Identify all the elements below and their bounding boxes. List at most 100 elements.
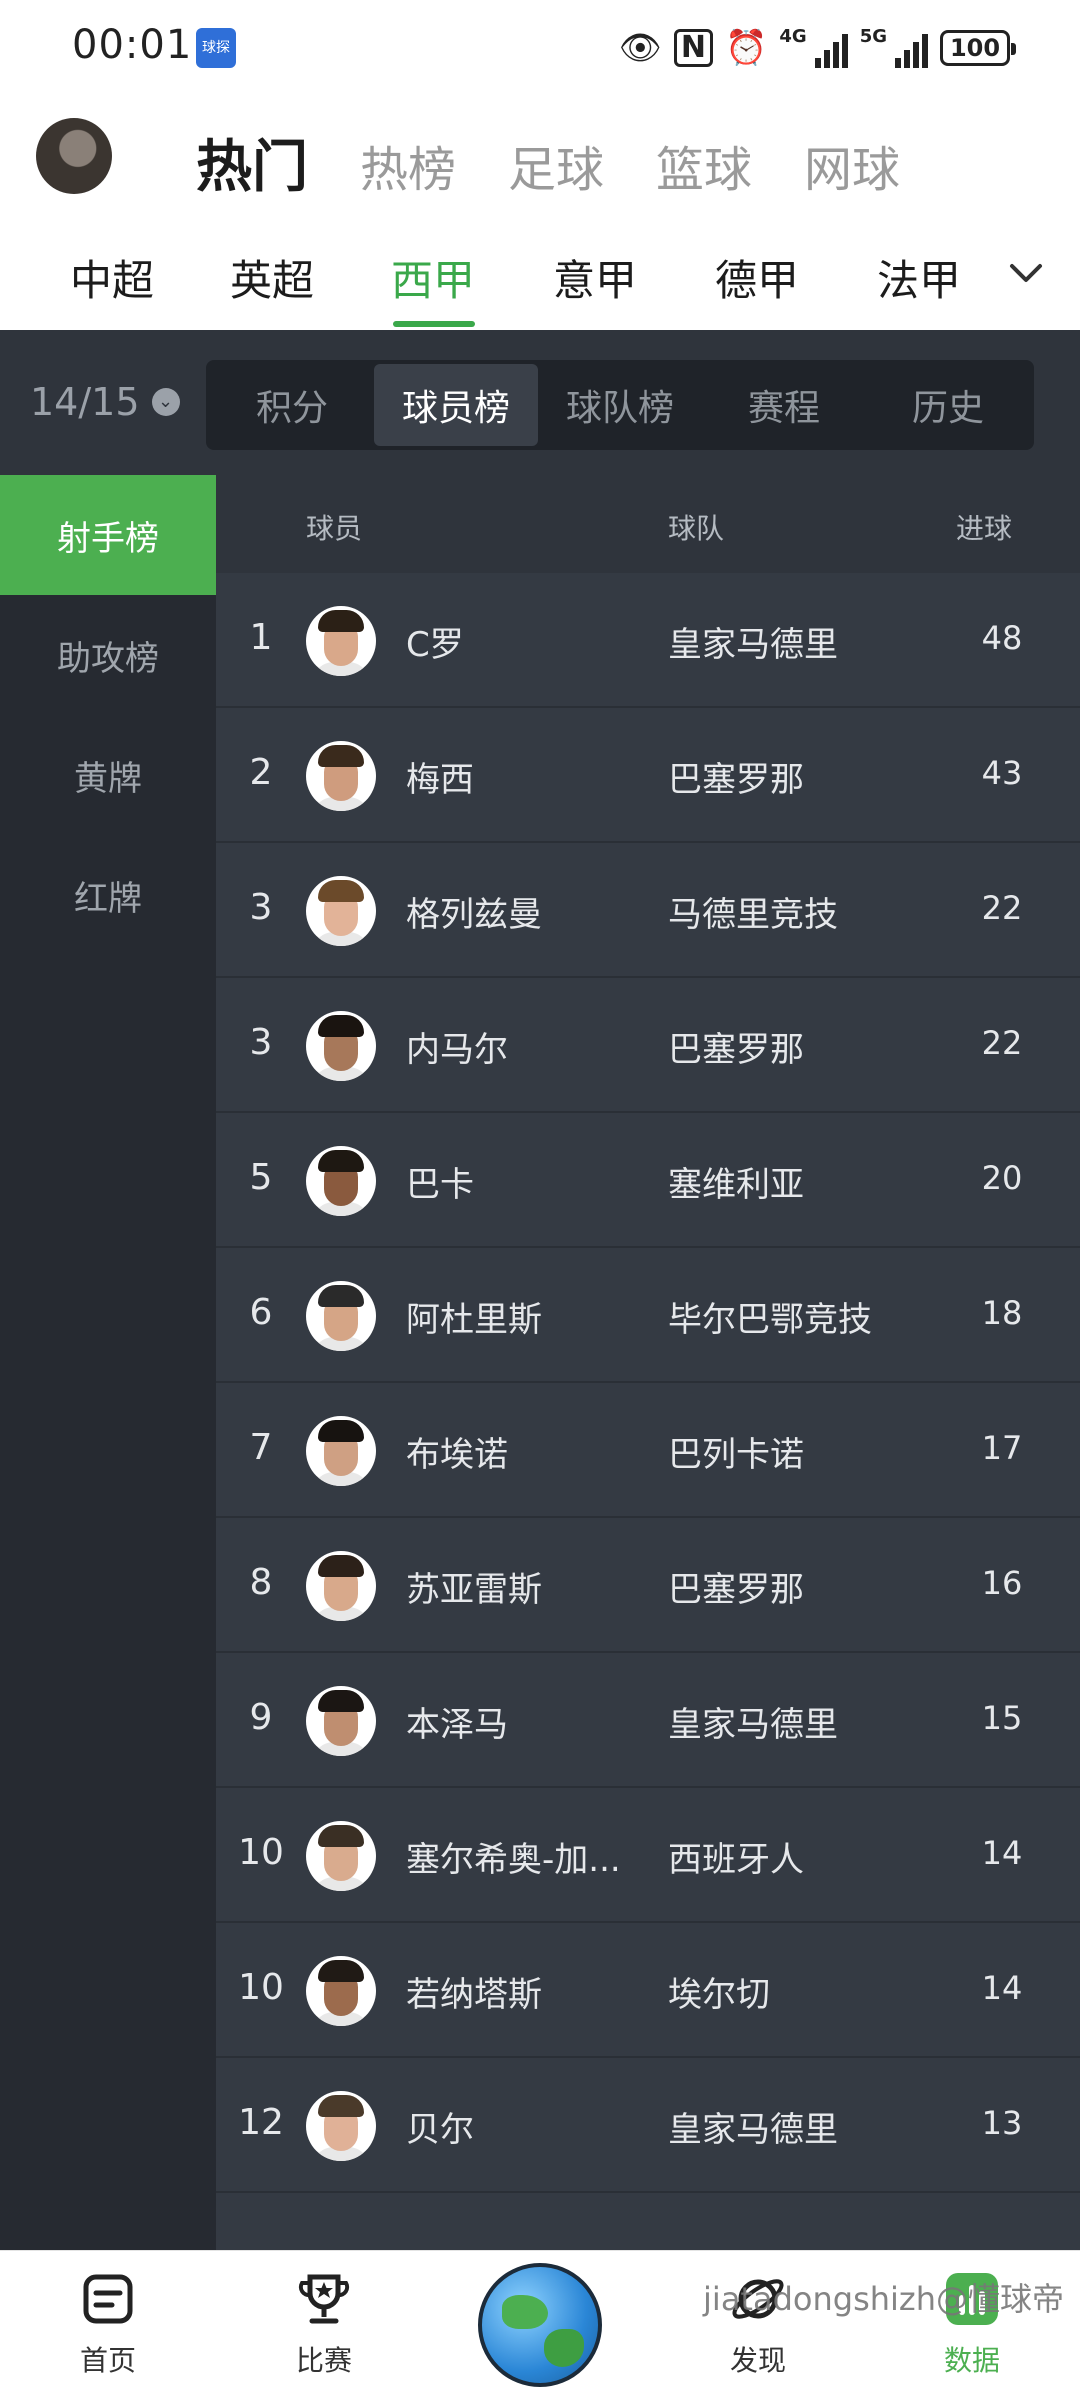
nav-matches-label: 比赛 [295,2344,352,2377]
table-body: 1 C罗 皇家马德里 48 2 梅西 巴塞罗那 43 3 格列兹曼 马德里竞技 22 3 内马尔 巴塞罗那 2… [216,573,1080,2193]
tab-standings[interactable]: 积分 [210,364,374,446]
table-row[interactable]: 12 贝尔 皇家马德里 13 [216,2058,1080,2193]
table-row[interactable]: 6 阿杜里斯 毕尔巴鄂竞技 18 [216,1248,1080,1383]
user-avatar[interactable] [36,118,112,194]
player-name[interactable]: 贝尔 [406,2102,626,2151]
player-name[interactable]: 内马尔 [406,1022,626,1071]
sidebar-item-yellow-cards[interactable]: 黄牌 [0,715,216,835]
player-goals: 20 [981,1159,1023,1197]
player-team[interactable]: 巴塞罗那 [668,1022,804,1071]
league-tab-bar: 中超 英超 西甲 意甲 德甲 法甲 [0,235,1080,330]
table-row[interactable]: 2 梅西 巴塞罗那 43 [216,708,1080,843]
player-rank: 7 [249,1427,273,1468]
watermark-text: jiatadongshizh@懂球帝 [703,2280,1064,2318]
player-name[interactable]: 塞尔希奥-加... [406,1832,626,1881]
player-team[interactable]: 巴塞罗那 [668,752,804,801]
player-goals: 18 [981,1294,1023,1332]
player-team[interactable]: 塞维利亚 [668,1157,804,1206]
player-name[interactable]: 若纳塔斯 [406,1967,626,2016]
table-row[interactable]: 5 巴卡 塞维利亚 20 [216,1113,1080,1248]
nav-home[interactable]: 首页 [38,2269,178,2379]
tab-history[interactable]: 历史 [866,364,1030,446]
player-rank: 9 [249,1697,273,1738]
sidebar-item-assists[interactable]: 助攻榜 [0,595,216,715]
player-team[interactable]: 埃尔切 [668,1967,770,2016]
tab-schedule[interactable]: 赛程 [702,364,866,446]
table-row[interactable]: 9 本泽马 皇家马德里 15 [216,1653,1080,1788]
player-team[interactable]: 巴列卡诺 [668,1427,804,1476]
nav-discover-label: 发现 [729,2344,786,2377]
league-tab-seriea[interactable]: 意甲 [553,247,637,308]
main-tab-hot[interactable]: 热门 [196,122,308,203]
alarm-icon: ⏰ [725,28,768,68]
player-team[interactable]: 皇家马德里 [668,617,838,666]
player-rank: 10 [238,1832,284,1873]
main-tab-football[interactable]: 足球 [508,130,604,200]
main-tab-basketball[interactable]: 篮球 [656,130,752,200]
player-name[interactable]: 苏亚雷斯 [406,1562,626,1611]
player-rank: 10 [238,1967,284,2008]
player-name[interactable]: 布埃诺 [406,1427,626,1476]
tab-player-rankings[interactable]: 球员榜 [374,364,538,446]
signal-bars-2-icon [895,28,928,68]
ranking-toolbar: 14/15 ⌄ 积分 球员榜 球队榜 赛程 历史 [0,330,1080,475]
nav-data-label: 数据 [943,2344,1000,2377]
player-name[interactable]: 阿杜里斯 [406,1292,626,1341]
player-team[interactable]: 马德里竞技 [668,887,838,936]
battery-icon: 100 [940,30,1016,66]
nav-home-label: 首页 [79,2344,136,2377]
player-avatar [306,1686,376,1756]
player-avatar [306,1146,376,1216]
league-tab-laliga[interactable]: 西甲 [391,247,475,308]
league-tab-bundesliga[interactable]: 德甲 [715,247,799,308]
table-row[interactable]: 8 苏亚雷斯 巴塞罗那 16 [216,1518,1080,1653]
table-row[interactable]: 3 内马尔 巴塞罗那 22 [216,978,1080,1113]
player-avatar [306,1011,376,1081]
table-row[interactable]: 3 格列兹曼 马德里竞技 22 [216,843,1080,978]
player-rank: 8 [249,1562,273,1603]
main-tab-tennis[interactable]: 网球 [804,130,900,200]
player-goals: 17 [981,1429,1023,1467]
ranking-type-tabs: 积分 球员榜 球队榜 赛程 历史 [206,360,1034,450]
sidebar-item-red-cards[interactable]: 红牌 [0,835,216,955]
player-team[interactable]: 皇家马德里 [668,2102,838,2151]
player-team[interactable]: 巴塞罗那 [668,1562,804,1611]
tab-team-rankings[interactable]: 球队榜 [538,364,702,446]
player-name[interactable]: 本泽马 [406,1697,626,1746]
player-name[interactable]: 格列兹曼 [406,887,626,936]
sidebar-item-scorers[interactable]: 射手榜 [0,475,216,595]
globe-icon[interactable] [478,2263,602,2387]
player-name[interactable]: 梅西 [406,752,626,801]
chevron-down-icon[interactable] [1006,253,1046,293]
nfc-icon: N [673,29,714,67]
player-rank: 2 [249,752,273,793]
league-tab-ligue1[interactable]: 法甲 [877,247,961,308]
season-selector[interactable]: 14/15 ⌄ [30,380,180,424]
table-row[interactable]: 10 塞尔希奥-加... 西班牙人 14 [216,1788,1080,1923]
league-tab-epl[interactable]: 英超 [230,247,314,308]
player-team[interactable]: 西班牙人 [668,1832,804,1881]
eye-icon: 👁 [618,28,662,68]
chevron-down-circle-icon: ⌄ [151,388,180,416]
league-tab-csl[interactable]: 中超 [70,247,154,308]
nav-matches[interactable]: 比赛 [254,2269,394,2379]
table-row[interactable]: 10 若纳塔斯 埃尔切 14 [216,1923,1080,2058]
player-name[interactable]: C罗 [406,617,626,666]
network-label-5g: 5G [859,26,887,47]
player-goals: 14 [981,1834,1023,1872]
table-row[interactable]: 7 布埃诺 巴列卡诺 17 [216,1383,1080,1518]
status-time: 00:01 [72,22,193,68]
season-label: 14/15 [30,380,140,424]
player-name[interactable]: 巴卡 [406,1157,626,1206]
table-header: 球员 球队 进球 [216,475,1080,573]
app-notification-icon: 球探 [196,28,236,68]
player-team[interactable]: 皇家马德里 [668,1697,838,1746]
player-team[interactable]: 毕尔巴鄂竞技 [668,1292,872,1341]
top-header: 热门 热榜 足球 篮球 网球 中超 英超 西甲 意甲 德甲 法甲 [0,100,1080,330]
table-row[interactable]: 1 C罗 皇家马德里 48 [216,573,1080,708]
player-avatar [306,876,376,946]
player-goals: 22 [981,889,1023,927]
player-goals: 22 [981,1024,1023,1062]
column-header-player: 球员 [306,512,363,545]
main-tab-trending[interactable]: 热榜 [360,130,456,200]
